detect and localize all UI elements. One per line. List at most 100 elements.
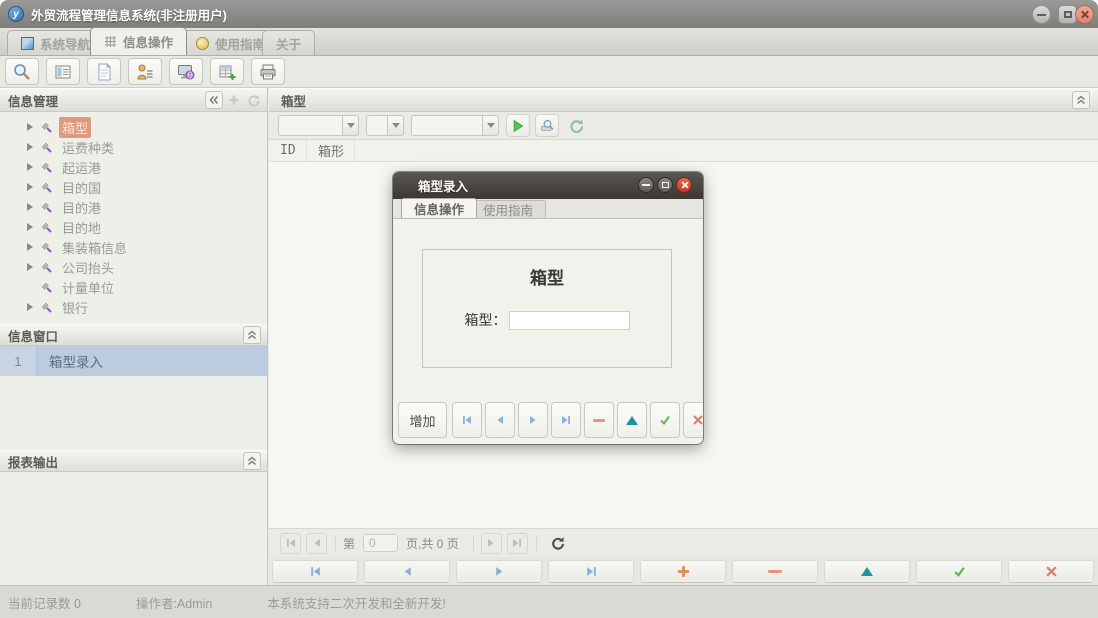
tree-item-box-type[interactable]: 箱型 [0, 117, 267, 137]
nav-cancel-button[interactable] [1008, 560, 1094, 583]
dialog-tab-info-operation[interactable]: 信息操作 [401, 198, 477, 218]
dialog-first-button[interactable] [452, 402, 482, 438]
document-button[interactable] [87, 58, 121, 85]
user-settings-button[interactable] [128, 58, 162, 85]
filter-combo-3[interactable] [411, 115, 499, 136]
expander-icon[interactable] [27, 183, 33, 191]
page-total-label: 页,共 0 页 [406, 535, 459, 552]
nav-last-button[interactable] [548, 560, 634, 583]
column-header-id[interactable]: ID [269, 140, 307, 161]
filter-combo-2[interactable] [366, 115, 404, 136]
tab-info-operation[interactable]: 信息操作 [90, 27, 187, 55]
expander-icon[interactable] [27, 223, 33, 231]
titlebar: y 外贸流程管理信息系统(非注册用户) [0, 0, 1098, 28]
list-item-box-type-entry[interactable]: 1 箱型录入 [0, 346, 267, 376]
dialog-tab-user-guide[interactable]: 使用指南 [470, 200, 546, 218]
tree-item-bank[interactable]: 银行 [0, 297, 267, 317]
expander-icon[interactable] [27, 143, 33, 151]
nav-first-button[interactable] [272, 560, 358, 583]
minus-icon [768, 570, 782, 573]
nav-next-button[interactable] [456, 560, 542, 583]
table-add-button[interactable] [210, 58, 244, 85]
run-query-button[interactable] [506, 114, 530, 137]
minus-icon [593, 419, 605, 422]
dialog-minimize-button[interactable] [638, 177, 654, 193]
app-toolbar [0, 56, 1098, 88]
refresh-button[interactable] [564, 114, 588, 137]
prev-page-button[interactable] [306, 533, 327, 554]
collapse-up-icon[interactable] [243, 452, 261, 470]
refresh-icon[interactable] [245, 92, 261, 108]
minimize-button[interactable] [1032, 5, 1051, 24]
first-icon [285, 537, 297, 549]
add-button[interactable]: 增加 [398, 402, 447, 438]
column-header-box-shape[interactable]: 箱形 [307, 140, 355, 161]
dialog-cancel-button[interactable] [683, 402, 703, 438]
tree-item-freight-type[interactable]: 运费种类 [0, 137, 267, 157]
tree-item-company-header[interactable]: 公司抬头 [0, 257, 267, 277]
monitor-button[interactable] [169, 58, 203, 85]
dialog-next-button[interactable] [518, 402, 548, 438]
expander-icon[interactable] [27, 303, 33, 311]
dialog-close-button[interactable] [676, 177, 692, 193]
dialog-button-bar: 增加 [393, 398, 703, 444]
tab-about[interactable]: 关于 [262, 30, 315, 55]
form-button[interactable] [46, 58, 80, 85]
dialog-edit-button[interactable] [617, 402, 647, 438]
search-filter-icon [540, 118, 555, 133]
box-type-input[interactable] [509, 311, 630, 330]
dialog-delete-button[interactable] [584, 402, 614, 438]
nav-edit-button[interactable] [824, 560, 910, 583]
tree-item-measure-unit[interactable]: 计量单位 [0, 277, 267, 297]
printer-button[interactable] [251, 58, 285, 85]
close-button[interactable] [1075, 5, 1094, 24]
nav-delete-button[interactable] [732, 560, 818, 583]
dialog-form-group: 箱型 箱型： [422, 249, 672, 368]
search-button[interactable] [5, 58, 39, 85]
nav-prior-button[interactable] [364, 560, 450, 583]
dialog-prior-button[interactable] [485, 402, 515, 438]
section-title: 报表输出 [8, 452, 58, 471]
plus-icon[interactable] [226, 92, 242, 108]
prev-icon [311, 537, 323, 549]
tool-icon [40, 121, 53, 134]
db-navigator [269, 557, 1098, 585]
expander-icon[interactable] [27, 163, 33, 171]
last-page-button[interactable] [507, 533, 528, 554]
operator: 操作者:Admin [136, 593, 212, 612]
dialog-last-button[interactable] [551, 402, 581, 438]
tree-item-destination-country[interactable]: 目的国 [0, 177, 267, 197]
tree-item-destination[interactable]: 目的地 [0, 217, 267, 237]
filter-combo-1[interactable] [278, 115, 359, 136]
search-filter-button[interactable] [535, 114, 559, 137]
page-number-input[interactable] [363, 534, 398, 552]
check-icon [953, 565, 966, 578]
panel-header: 箱型 [269, 88, 1098, 112]
nav-insert-button[interactable] [640, 560, 726, 583]
expander-icon[interactable] [27, 243, 33, 251]
tree-item-departure-port[interactable]: 起运港 [0, 157, 267, 177]
box-type-entry-dialog: 箱型录入 信息操作 使用指南 箱型 箱型： 增加 [393, 172, 703, 444]
tab-label: 使用指南 [483, 200, 533, 219]
chevron-down-icon[interactable] [342, 115, 359, 136]
tree-item-destination-port[interactable]: 目的港 [0, 197, 267, 217]
cancel-x-icon [692, 414, 703, 426]
dialog-maximize-button[interactable] [657, 177, 673, 193]
tree-item-container-info[interactable]: 集装箱信息 [0, 237, 267, 257]
tree-item-label: 目的港 [59, 197, 104, 218]
chevron-down-icon[interactable] [387, 115, 404, 136]
filter-toolbar [269, 112, 1098, 140]
collapse-left-icon[interactable] [205, 91, 223, 109]
tab-label: 使用指南 [215, 34, 265, 53]
expander-icon[interactable] [27, 123, 33, 131]
dialog-post-button[interactable] [650, 402, 680, 438]
collapse-up-icon[interactable] [243, 326, 261, 344]
reload-page-button[interactable] [550, 536, 565, 551]
next-page-button[interactable] [481, 533, 502, 554]
expander-icon[interactable] [27, 263, 33, 271]
collapse-up-icon[interactable] [1072, 91, 1090, 109]
chevron-down-icon[interactable] [482, 115, 499, 136]
expander-icon[interactable] [27, 203, 33, 211]
first-page-button[interactable] [280, 533, 301, 554]
nav-post-button[interactable] [916, 560, 1002, 583]
